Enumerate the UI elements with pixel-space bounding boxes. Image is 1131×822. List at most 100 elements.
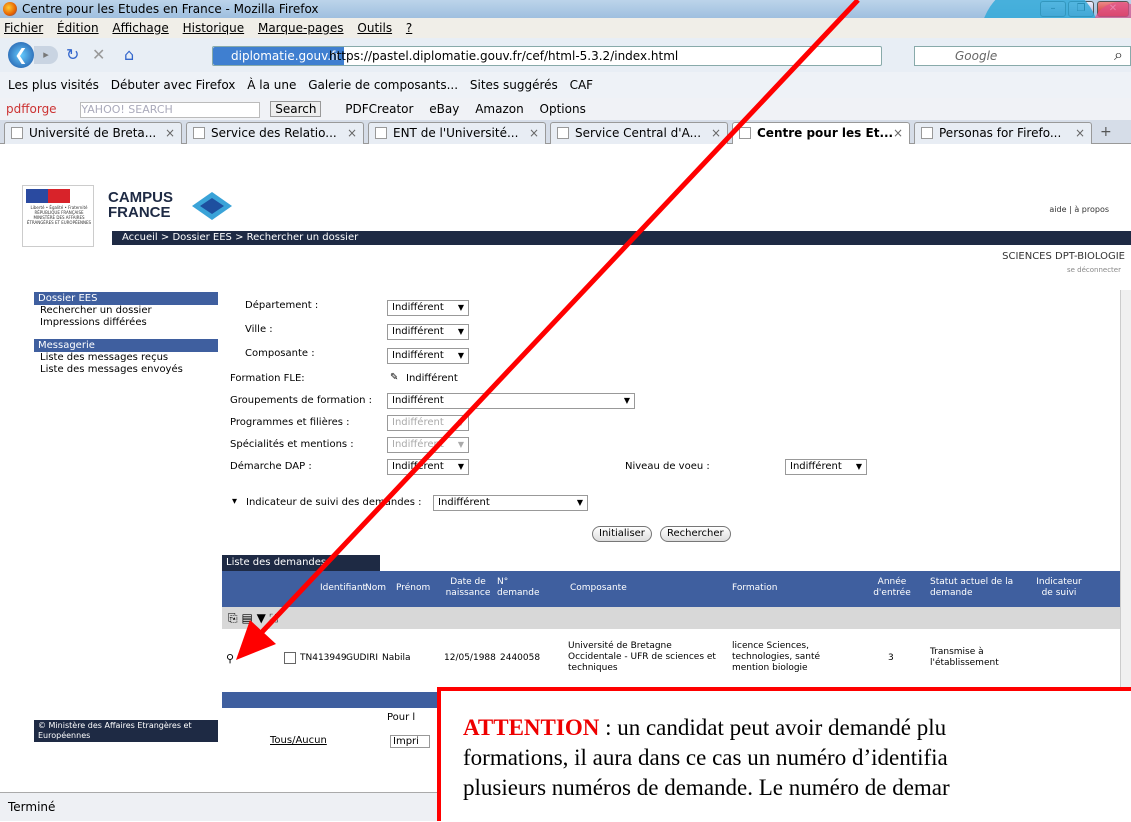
rechercher-button[interactable]: Rechercher <box>660 526 731 542</box>
close-tab-icon[interactable]: × <box>347 123 357 143</box>
pencil-icon[interactable]: ✎ <box>390 372 398 383</box>
flag-red <box>48 189 70 203</box>
programmes-label: Programmes et filières : <box>230 417 350 428</box>
page-icon <box>375 127 387 139</box>
close-tab-icon[interactable]: × <box>893 123 903 143</box>
yahoo-toolbar: pdfforge YAHOO! SEARCH Search PDFCreator… <box>0 98 1131 120</box>
col-composante[interactable]: Composante <box>570 583 627 594</box>
composante-select[interactable]: Indifférent <box>387 348 469 364</box>
close-tab-icon[interactable]: × <box>711 123 721 143</box>
new-tab-button[interactable]: + <box>1100 124 1112 140</box>
indicateur-select[interactable]: Indifférent <box>433 495 588 511</box>
close-window-button[interactable]: ✕ <box>1097 1 1129 17</box>
tab-personas[interactable]: Personas for Firefo... × <box>914 122 1092 144</box>
col-date[interactable]: Date de naissance <box>444 577 492 599</box>
row-checkbox[interactable] <box>284 652 296 664</box>
menu-edition[interactable]: Édition <box>57 21 99 35</box>
groupements-select[interactable]: Indifférent <box>387 393 635 409</box>
menu-help[interactable]: ? <box>406 21 412 35</box>
tab-service-relations[interactable]: Service des Relatio... × <box>186 122 364 144</box>
magnifier-icon[interactable]: ⚲ <box>226 653 234 664</box>
cell-composante: Université de Bretagne Occidentale - UFR… <box>568 641 716 673</box>
col-prenom[interactable]: Prénom <box>396 583 430 594</box>
dap-select[interactable]: Indifférent <box>387 459 469 475</box>
specialites-label: Spécialités et mentions : <box>230 439 354 450</box>
col-numero[interactable]: N° demande <box>497 577 540 599</box>
col-statut[interactable]: Statut actuel de la demande <box>930 577 1026 599</box>
site-identity-badge[interactable]: diplomatie.gouv.fr <box>213 47 345 65</box>
search-input[interactable]: Google <box>914 46 1131 66</box>
impression-select[interactable]: Impri <box>390 735 430 748</box>
bookmark-item[interactable]: Les plus visités <box>8 78 99 92</box>
page-icon <box>921 127 933 139</box>
forward-button[interactable]: ▸ <box>34 46 58 64</box>
cell-prenom: Nabila <box>382 653 411 663</box>
tab-centre-etudes[interactable]: Centre pour les Et... × <box>732 122 910 144</box>
menu-marque-pages[interactable]: Marque-pages <box>258 21 344 35</box>
tous-aucun-link[interactable]: Tous/Aucun <box>270 735 327 746</box>
col-nom[interactable]: Nom <box>365 583 386 594</box>
col-indicateur[interactable]: Indicateur de suivi <box>1030 577 1088 599</box>
ville-select[interactable]: Indifférent <box>387 324 469 340</box>
menu-historique[interactable]: Historique <box>183 21 245 35</box>
home-icon[interactable]: ⌂ <box>124 46 134 64</box>
list-toolbar: ⎘ ▤ ▼ ⛶ <box>222 607 1130 629</box>
sidebar-item-impressions[interactable]: Impressions différées <box>34 317 218 329</box>
stop-icon[interactable]: ✕ <box>92 46 105 64</box>
menu-outils[interactable]: Outils <box>357 21 392 35</box>
logout-link[interactable]: se déconnecter <box>1067 266 1121 274</box>
maximize-button[interactable]: ❐ <box>1068 1 1094 17</box>
logo-line1: CAMPUS <box>108 189 174 206</box>
back-button[interactable]: ❮ <box>8 42 34 68</box>
sidebar-item-messages-envoyes[interactable]: Liste des messages envoyés <box>34 364 218 376</box>
close-tab-icon[interactable]: × <box>165 123 175 143</box>
menu-fichier[interactable]: Fichier <box>4 21 43 35</box>
yahoo-search-input[interactable]: YAHOO! SEARCH <box>80 102 261 118</box>
sidebar-item-messages-recus[interactable]: Liste des messages reçus <box>34 352 218 364</box>
sidebar-item-rechercher[interactable]: Rechercher un dossier <box>34 305 218 317</box>
firefox-logo-icon <box>3 2 17 16</box>
tab-label: Personas for Firefo... <box>939 126 1062 140</box>
col-identifiant[interactable]: Identifiant <box>320 583 366 594</box>
tab-service-central[interactable]: Service Central d'A... × <box>550 122 728 144</box>
pdfcreator-link[interactable]: PDFCreator <box>345 102 413 116</box>
ebay-link[interactable]: eBay <box>429 102 459 116</box>
filter-icon[interactable]: ▼ <box>257 611 266 625</box>
menu-affichage[interactable]: Affichage <box>112 21 168 35</box>
search-icon[interactable]: ⌕ <box>1114 46 1123 64</box>
yahoo-search-button[interactable]: Search <box>270 101 322 117</box>
amazon-link[interactable]: Amazon <box>475 102 524 116</box>
url-bar[interactable]: diplomatie.gouv.fr https://pastel.diplom… <box>212 46 882 66</box>
expand-icon[interactable]: ⛶ <box>270 611 278 625</box>
page-scrollbar[interactable] <box>1120 290 1131 720</box>
breadcrumb[interactable]: Accueil > Dossier EES > Rechercher un do… <box>112 231 1131 245</box>
tab-universite[interactable]: Université de Breta... × <box>4 122 182 144</box>
bookmark-item[interactable]: Débuter avec Firefox <box>111 78 236 92</box>
table-row[interactable]: ⚲ TN413949 GUDIRI Nabila 12/05/1988 2440… <box>222 636 1130 682</box>
bookmark-item[interactable]: Galerie de composants... <box>308 78 458 92</box>
departement-select[interactable]: Indifférent <box>387 300 469 316</box>
export-icon[interactable]: ⎘ <box>228 611 238 625</box>
bookmark-item[interactable]: À la une <box>247 78 296 92</box>
reload-icon[interactable]: ↻ <box>66 46 79 64</box>
close-tab-icon[interactable]: × <box>1075 123 1085 143</box>
page-icon <box>557 127 569 139</box>
niveau-select[interactable]: Indifférent <box>785 459 867 475</box>
initialiser-button[interactable]: Initialiser <box>592 526 652 542</box>
programmes-select[interactable]: Indifférent <box>387 415 469 431</box>
sidebar-section-dossier: Dossier EES <box>34 292 218 305</box>
print-icon[interactable]: ▤ <box>241 611 252 625</box>
options-link[interactable]: Options <box>540 102 586 116</box>
bookmark-item[interactable]: CAF <box>570 78 594 92</box>
indicateur-label: Indicateur de suivi des demandes : <box>246 497 422 508</box>
url-text: https://pastel.diplomatie.gouv.fr/cef/ht… <box>329 49 679 63</box>
minimize-button[interactable]: – <box>1040 1 1066 17</box>
top-links[interactable]: aide | à propos <box>1049 205 1109 214</box>
bookmark-item[interactable]: Sites suggérés <box>470 78 558 92</box>
col-annee[interactable]: Année d'entrée <box>872 577 912 599</box>
tab-ent[interactable]: ENT de l'Université... × <box>368 122 546 144</box>
collapse-icon[interactable]: ▾ <box>232 496 237 507</box>
close-tab-icon[interactable]: × <box>529 123 539 143</box>
col-formation[interactable]: Formation <box>732 583 777 594</box>
specialites-select[interactable]: Indifférent <box>387 437 469 453</box>
